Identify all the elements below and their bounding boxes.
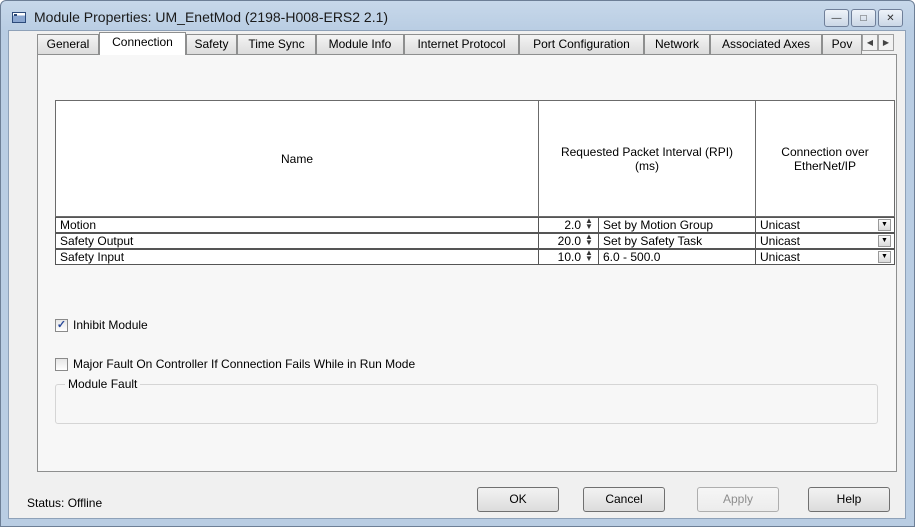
tab-scroll-right-icon[interactable]: ▶	[878, 34, 894, 51]
column-header-connection: Connection over EtherNet/IP	[755, 100, 895, 217]
dropdown-arrow-icon[interactable]: ▼	[878, 251, 891, 263]
rpi-note: Set by Safety Task	[598, 233, 756, 249]
cancel-button[interactable]: Cancel	[583, 487, 665, 512]
module-fault-group: Module Fault	[55, 377, 878, 424]
tab-time-sync[interactable]: Time Sync	[237, 34, 316, 54]
rpi-spinner-icon[interactable]: ▲ ▼	[583, 217, 595, 231]
column-header-name: Name	[55, 100, 539, 217]
connection-tab-panel: Name Requested Packet Interval (RPI) (ms…	[37, 54, 897, 472]
tab-safety[interactable]: Safety	[186, 34, 237, 54]
column-header-rpi: Requested Packet Interval (RPI) (ms)	[538, 100, 756, 217]
table-row[interactable]: Safety Input 10.0 ▲ ▼ 6.0 - 500.0 Unicast…	[55, 249, 895, 265]
help-button[interactable]: Help	[808, 487, 890, 512]
tab-network[interactable]: Network	[644, 34, 710, 54]
tab-associated-axes[interactable]: Associated Axes	[710, 34, 822, 54]
module-fault-label: Module Fault	[65, 377, 141, 391]
window-title: Module Properties: UM_EnetMod (2198-H008…	[34, 9, 389, 25]
major-fault-option[interactable]: Major Fault On Controller If Connection …	[55, 357, 415, 371]
row-name: Safety Input	[55, 249, 539, 265]
rpi-spinner-icon[interactable]: ▲ ▼	[583, 233, 595, 247]
major-fault-checkbox[interactable]	[55, 357, 68, 371]
maximize-button[interactable]: □	[851, 9, 876, 27]
close-button[interactable]: ✕	[878, 9, 903, 27]
dropdown-arrow-icon[interactable]: ▼	[878, 235, 891, 247]
connection-type[interactable]: Unicast	[755, 249, 895, 265]
inhibit-module-option[interactable]: ✓ Inhibit Module	[55, 318, 148, 332]
connection-type[interactable]: Unicast	[755, 233, 895, 249]
tab-module-info[interactable]: Module Info	[316, 34, 404, 54]
connection-grid: Name Requested Packet Interval (RPI) (ms…	[55, 100, 895, 278]
row-name: Safety Output	[55, 233, 539, 249]
title-bar: Module Properties: UM_EnetMod (2198-H008…	[1, 1, 914, 31]
tab-power[interactable]: Pov	[822, 34, 862, 54]
window-icon	[12, 12, 26, 23]
row-name: Motion	[55, 217, 539, 233]
tab-internet-protocol[interactable]: Internet Protocol	[404, 34, 519, 54]
status-text: Status: Offline	[27, 496, 103, 510]
table-row[interactable]: Motion 2.0 ▲ ▼ Set by Motion Group Unicas…	[55, 217, 895, 233]
dropdown-arrow-icon[interactable]: ▼	[878, 219, 891, 231]
tab-general[interactable]: General	[37, 34, 99, 54]
tab-strip: General Connection Safety Time Sync Modu…	[0, 32, 894, 55]
table-row[interactable]: Safety Output 20.0 ▲ ▼ Set by Safety Task…	[55, 233, 895, 249]
inhibit-module-label: Inhibit Module	[73, 318, 148, 332]
tab-connection[interactable]: Connection	[99, 32, 186, 55]
tab-port-configuration[interactable]: Port Configuration	[519, 34, 644, 54]
rpi-note: Set by Motion Group	[598, 217, 756, 233]
minimize-button[interactable]: —	[824, 9, 849, 27]
apply-button[interactable]: Apply	[697, 487, 779, 512]
ok-button[interactable]: OK	[477, 487, 559, 512]
connection-type[interactable]: Unicast	[755, 217, 895, 233]
rpi-note: 6.0 - 500.0	[598, 249, 756, 265]
rpi-spinner-icon[interactable]: ▲ ▼	[583, 249, 595, 263]
major-fault-label: Major Fault On Controller If Connection …	[73, 357, 416, 371]
inhibit-module-checkbox[interactable]: ✓	[55, 318, 68, 332]
tab-scroll-left-icon[interactable]: ◀	[862, 34, 878, 51]
